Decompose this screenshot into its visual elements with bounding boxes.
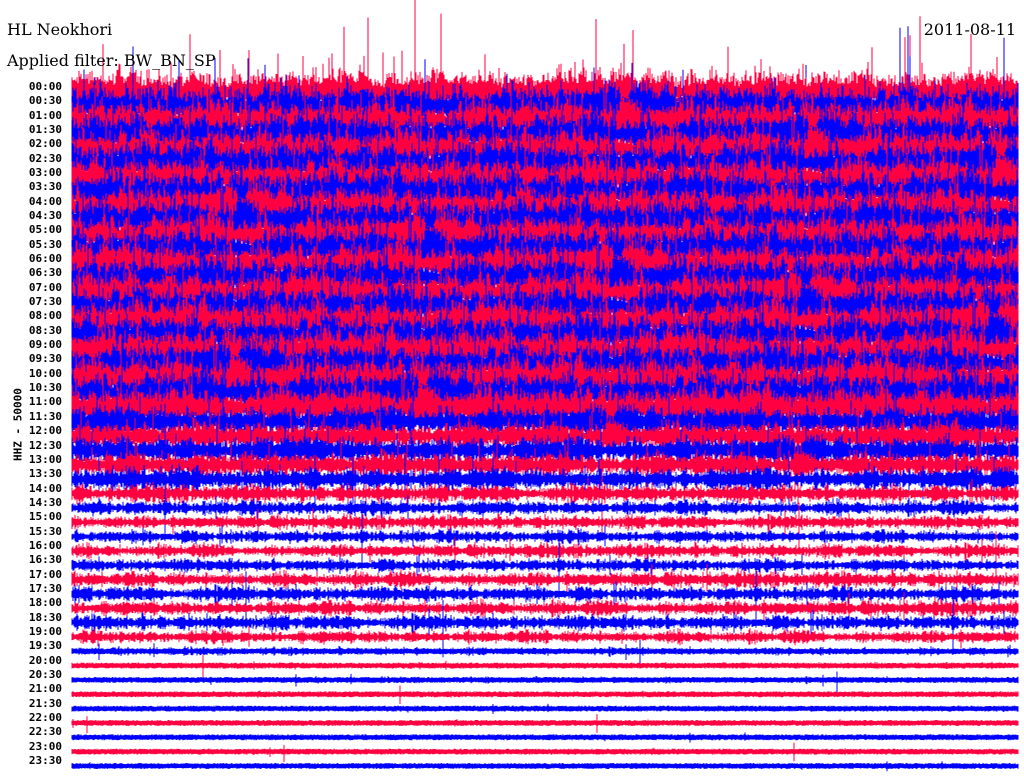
time-label: 21:00 <box>28 682 62 696</box>
time-label: 20:30 <box>28 667 62 681</box>
time-label: 01:00 <box>28 108 62 122</box>
time-label: 06:00 <box>28 252 62 266</box>
time-label: 20:00 <box>28 653 62 667</box>
time-label: 01:30 <box>28 123 62 137</box>
station-name: HL Neokhori <box>7 20 113 39</box>
time-label: 00:30 <box>28 94 62 108</box>
time-label: 07:00 <box>28 280 62 294</box>
time-label: 06:30 <box>28 266 62 280</box>
time-label: 04:00 <box>28 194 62 208</box>
y-axis-label: HHZ - 50000 <box>11 388 25 461</box>
time-label: 00:00 <box>28 80 62 93</box>
trace-row-1830 <box>71 593 1019 658</box>
trace-row-2030 <box>71 671 1019 693</box>
trace-row-2100 <box>71 685 1019 704</box>
time-label: 03:30 <box>28 180 62 194</box>
time-label: 05:30 <box>28 237 62 251</box>
time-label: 12:00 <box>28 424 62 438</box>
time-label: 10:30 <box>28 381 62 395</box>
time-label: 22:30 <box>28 725 62 739</box>
time-label: 04:30 <box>28 209 62 223</box>
time-label: 22:00 <box>28 710 62 724</box>
time-label: 19:00 <box>28 624 62 638</box>
trace-row-2200 <box>71 714 1019 734</box>
trace-row-2300 <box>71 742 1019 762</box>
time-label: 11:30 <box>28 409 62 423</box>
time-label: 13:30 <box>28 467 62 481</box>
time-label: 16:00 <box>28 538 62 552</box>
time-label: 08:30 <box>28 323 62 337</box>
time-label: 10:00 <box>28 366 62 380</box>
time-label: 03:00 <box>28 166 62 180</box>
time-label: 02:00 <box>28 137 62 151</box>
helicorder-plot <box>71 0 1019 772</box>
time-label: 07:30 <box>28 295 62 309</box>
time-label: 11:00 <box>28 395 62 409</box>
time-label: 08:00 <box>28 309 62 323</box>
time-label: 16:30 <box>28 553 62 567</box>
trace-row-1900 <box>71 626 1019 649</box>
time-label: 13:00 <box>28 452 62 466</box>
trace-row-2130 <box>71 703 1019 714</box>
time-label: 17:30 <box>28 581 62 595</box>
time-label: 09:30 <box>28 352 62 366</box>
time-label: 15:30 <box>28 524 62 538</box>
time-label: 23:00 <box>28 739 62 753</box>
time-label: 19:30 <box>28 639 62 653</box>
time-label: 14:00 <box>28 481 62 495</box>
time-label: 09:00 <box>28 338 62 352</box>
time-label: 05:00 <box>28 223 62 237</box>
time-label: 18:30 <box>28 610 62 624</box>
filter-label: Applied filter: BW_BN_SP <box>7 51 216 70</box>
time-label: 02:30 <box>28 151 62 165</box>
time-label: 14:30 <box>28 495 62 509</box>
trace-row-2230 <box>71 732 1019 743</box>
time-label: 21:30 <box>28 696 62 710</box>
trace-row-2000 <box>71 654 1019 678</box>
time-label: 17:00 <box>28 567 62 581</box>
time-label: 23:30 <box>28 753 62 767</box>
time-label: 15:00 <box>28 510 62 524</box>
time-label: 12:30 <box>28 438 62 452</box>
plot-date: 2011-08-11 <box>923 20 1016 39</box>
trace-row-2330 <box>71 761 1019 772</box>
time-label: 18:00 <box>28 596 62 610</box>
